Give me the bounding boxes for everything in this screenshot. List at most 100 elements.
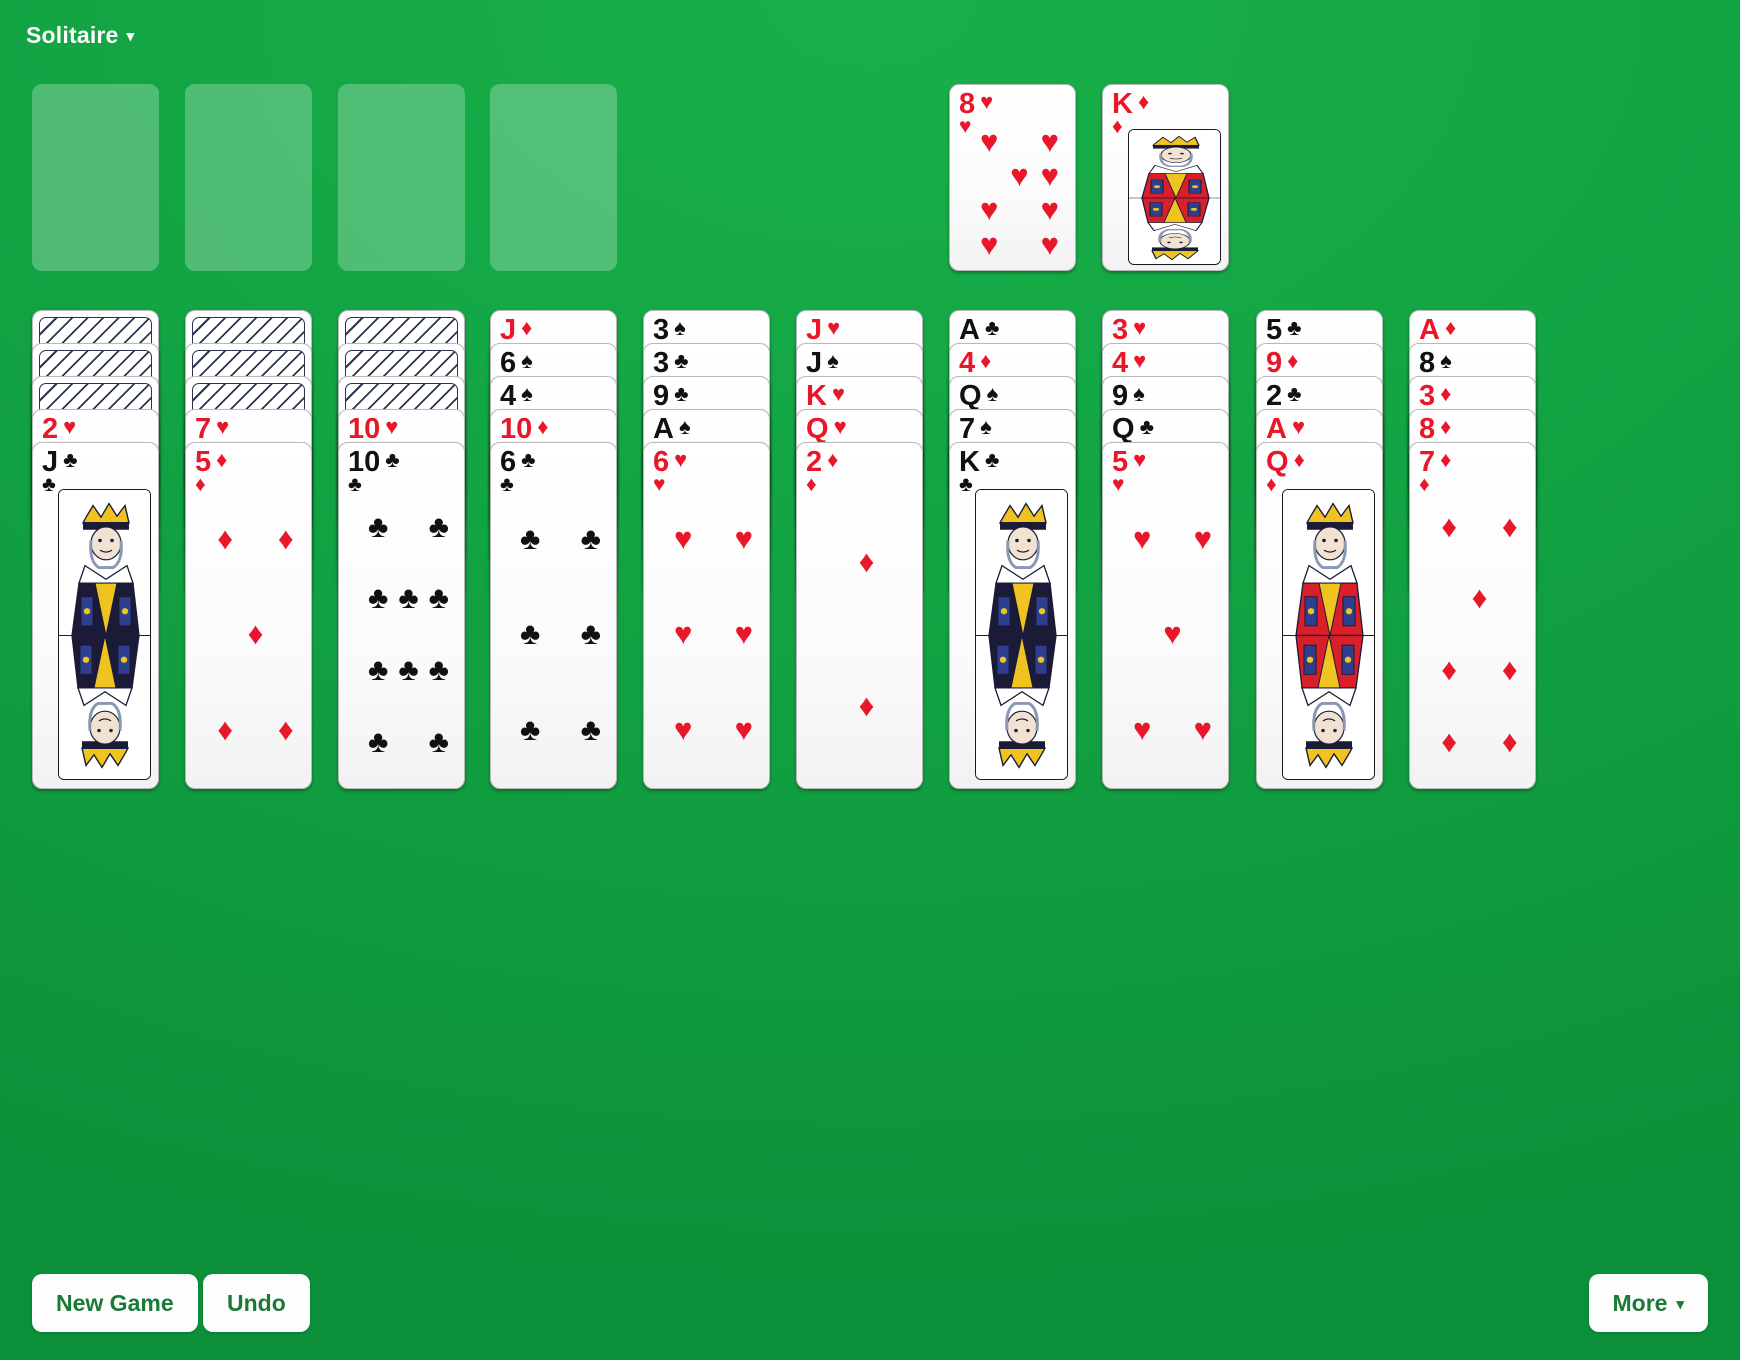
card-suit-icon: ♠ bbox=[678, 414, 691, 439]
card-6-of-hearts[interactable]: 6 ♥ ♥ ♥ ♥ ♥ ♥ ♥ ♥ bbox=[643, 442, 770, 789]
card-10-of-clubs[interactable]: 10 ♣ ♣ ♣ ♣ ♣ ♣ ♣ ♣ ♣ ♣ ♣ ♣ bbox=[338, 442, 465, 789]
card-suit-icon: ♠ bbox=[1440, 348, 1452, 373]
card-suit-icon: ♠ bbox=[980, 414, 992, 439]
card-pip: ♦ bbox=[858, 687, 875, 723]
card-pip-cluster: ♥ ♥ ♥ ♥ ♥ ♥ ♥ ♥ bbox=[974, 125, 1065, 262]
card-suit-icon: ♦ bbox=[827, 447, 839, 472]
card-suit-icon: ♦ bbox=[1287, 348, 1299, 373]
card-corner-index: 6 ♣ ♣ bbox=[500, 448, 536, 496]
card-corner-index: K ♣ ♣ bbox=[959, 447, 1000, 496]
card-pip: ♥ bbox=[673, 616, 693, 652]
card-pip: ♦ bbox=[1441, 652, 1458, 688]
court-figure-illustration bbox=[975, 489, 1068, 780]
card-pip-cluster: ♥ ♥ ♥ ♥ ♥ ♥ bbox=[668, 491, 759, 778]
more-label: More bbox=[1612, 1289, 1668, 1316]
card-pip: ♦ bbox=[1501, 723, 1518, 759]
card-pip: ♣ bbox=[428, 652, 449, 688]
card-suit-icon: ♦ bbox=[1293, 447, 1305, 472]
card-pip: ♦ bbox=[1501, 652, 1518, 688]
card-corner-index: 10 ♣ ♣ bbox=[348, 447, 400, 496]
card-suit-icon: ♦ bbox=[1440, 414, 1452, 439]
new-game-button[interactable]: New Game bbox=[32, 1274, 198, 1332]
card-5-of-hearts[interactable]: 5 ♥ ♥ ♥ ♥ ♥ ♥ ♥ bbox=[1102, 442, 1229, 789]
card-7-of-diamonds[interactable]: 7 ♦ ♦ ♦ ♦ ♦ ♦ ♦ ♦ ♦ bbox=[1409, 442, 1536, 789]
card-pip-cluster: ♣ ♣ ♣ ♣ ♣ ♣ bbox=[515, 491, 606, 778]
card-pip: ♥ bbox=[734, 711, 754, 747]
card-suit-icon: ♣ bbox=[63, 447, 78, 472]
card-suit-icon: ♣ bbox=[674, 381, 689, 406]
court-figure-illustration bbox=[1128, 129, 1221, 265]
card-pip: ♦ bbox=[1471, 580, 1488, 616]
card-suit-icon: ♦ bbox=[1440, 381, 1452, 406]
card-pip: ♥ bbox=[673, 520, 693, 556]
card-pip: ♣ bbox=[580, 520, 601, 556]
card-suit-icon: ♦ bbox=[980, 348, 992, 373]
game-title-menu[interactable]: Solitaire ▾ bbox=[26, 22, 134, 49]
card-suit-icon: ♦ bbox=[1444, 315, 1457, 340]
chevron-down-icon: ▾ bbox=[1676, 1296, 1684, 1313]
more-button[interactable]: More ▾ bbox=[1588, 1274, 1708, 1332]
card-suit-icon: ♠ bbox=[827, 348, 839, 373]
card-corner-index: Q ♦ ♦ bbox=[1266, 447, 1305, 496]
card-corner-index: 5 ♦ ♦ bbox=[195, 447, 228, 496]
card-suit-icon: ♥ bbox=[63, 414, 77, 439]
card-pip: ♥ bbox=[1193, 520, 1213, 556]
card-suit-icon: ♣ bbox=[1287, 315, 1302, 340]
card-suit-icon: ♥ bbox=[1133, 315, 1147, 340]
card-k-of-clubs[interactable]: K ♣ ♣ bbox=[949, 442, 1076, 789]
court-figure-illustration bbox=[58, 489, 151, 780]
card-suit-icon: ♠ bbox=[674, 315, 686, 340]
card-suit-icon: ♥ bbox=[827, 315, 841, 340]
new-game-label: New Game bbox=[56, 1289, 174, 1316]
card-pip: ♣ bbox=[398, 580, 419, 616]
card-corner-index: J ♣ ♣ bbox=[42, 447, 78, 496]
card-suit-icon: ♠ bbox=[986, 381, 999, 406]
card-5-of-diamonds[interactable]: 5 ♦ ♦ ♦ ♦ ♦ ♦ ♦ bbox=[185, 442, 312, 789]
card-pip: ♣ bbox=[428, 723, 449, 759]
card-2-of-diamonds[interactable]: 2 ♦ ♦ ♦ ♦ bbox=[796, 442, 923, 789]
card-pip: ♣ bbox=[428, 580, 449, 616]
card-pip-cluster: ♦ ♦ ♦ ♦ ♦ ♦ ♦ bbox=[1434, 491, 1525, 778]
card-6-of-clubs[interactable]: 6 ♣ ♣ ♣ ♣ ♣ ♣ ♣ ♣ bbox=[490, 442, 617, 789]
card-pip: ♦ bbox=[1441, 508, 1458, 544]
foundation-slot-1[interactable] bbox=[32, 84, 159, 271]
card-q-of-diamonds[interactable]: Q ♦ ♦ bbox=[1256, 442, 1383, 789]
foundation-slot-2[interactable] bbox=[185, 84, 312, 271]
card-pip: ♣ bbox=[367, 723, 389, 759]
foundation-slot-4[interactable] bbox=[490, 84, 617, 271]
card-pip: ♥ bbox=[979, 192, 999, 228]
stock-card-k-of-diamonds[interactable]: K ♦ ♦ bbox=[1102, 84, 1229, 271]
card-pip: ♥ bbox=[1163, 616, 1182, 652]
card-pip: ♣ bbox=[580, 711, 601, 747]
card-suit-icon: ♦ bbox=[537, 414, 549, 439]
card-pip: ♦ bbox=[1441, 723, 1458, 759]
bottom-toolbar: New Game Undo More ▾ bbox=[0, 1274, 1740, 1334]
card-pip: ♦ bbox=[277, 711, 294, 747]
card-suit-icon: ♥ bbox=[674, 447, 688, 472]
card-suit-icon: ♣ bbox=[984, 447, 1000, 472]
card-suit-icon: ♥ bbox=[980, 89, 994, 114]
card-suit-icon: ♠ bbox=[521, 348, 533, 373]
card-pip-cluster: ♥ ♥ ♥ ♥ ♥ bbox=[1127, 491, 1218, 778]
card-suit-icon: ♣ bbox=[984, 315, 1000, 340]
card-suit-icon: ♠ bbox=[521, 381, 533, 406]
card-corner-index: 6 ♥ ♥ bbox=[653, 447, 688, 496]
card-suit-icon: ♣ bbox=[1139, 414, 1154, 439]
card-pip: ♣ bbox=[367, 652, 389, 688]
card-j-of-clubs[interactable]: J ♣ ♣ bbox=[32, 442, 159, 789]
card-pip: ♦ bbox=[277, 520, 294, 556]
card-suit-icon: ♥ bbox=[385, 414, 399, 439]
card-suit-icon: ♦ bbox=[216, 447, 228, 472]
card-pip: ♥ bbox=[1132, 520, 1152, 556]
card-suit-icon: ♥ bbox=[1291, 414, 1306, 439]
card-corner-index: 7 ♦ ♦ bbox=[1419, 448, 1451, 496]
card-pip: ♦ bbox=[217, 520, 234, 556]
undo-button[interactable]: Undo bbox=[203, 1274, 310, 1332]
waste-card-8-of-hearts[interactable]: 8 ♥ ♥ ♥ ♥ ♥ ♥ ♥ ♥ ♥ ♥ bbox=[949, 84, 1076, 271]
card-suit-icon: ♣ bbox=[385, 447, 400, 472]
foundation-slot-3[interactable] bbox=[338, 84, 465, 271]
card-pip-cluster: ♦ ♦ bbox=[821, 491, 912, 778]
card-pip: ♣ bbox=[367, 508, 389, 544]
card-pip: ♥ bbox=[1040, 123, 1060, 159]
foundations-and-waste-row: 8 ♥ ♥ ♥ ♥ ♥ ♥ ♥ ♥ ♥ ♥ K ♦ ♦ bbox=[0, 84, 1740, 276]
